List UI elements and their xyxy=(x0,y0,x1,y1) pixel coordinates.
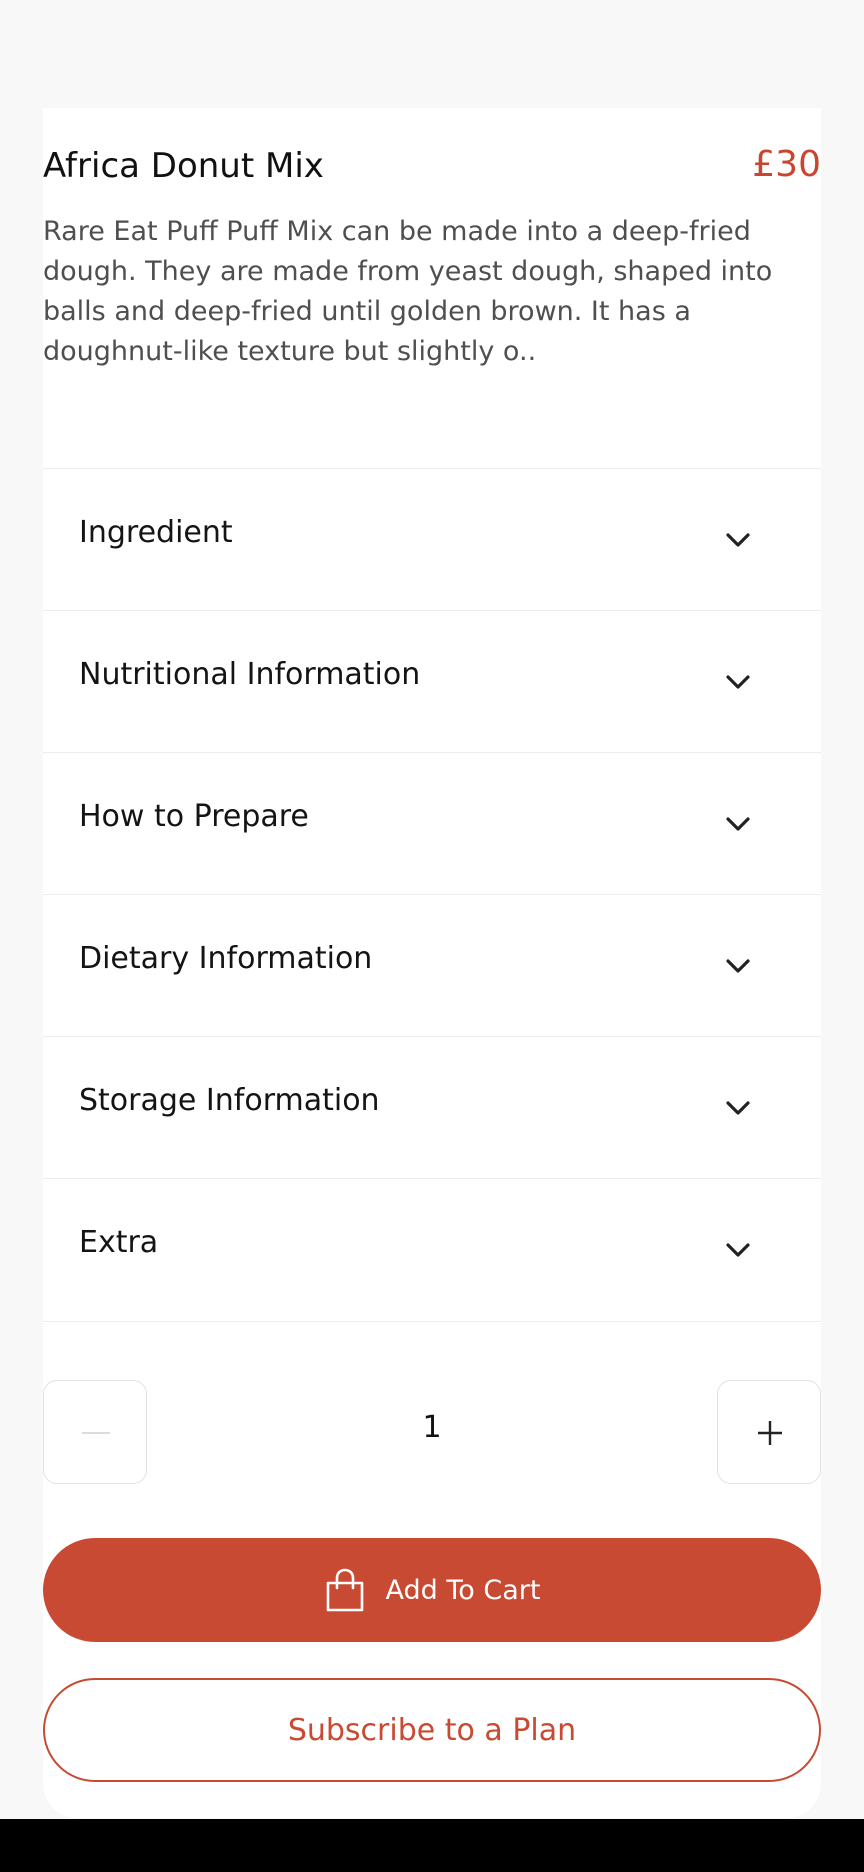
accordion-label: Ingredient xyxy=(79,515,233,550)
quantity-value: 1 xyxy=(422,1410,442,1445)
product-title: Africa Donut Mix xyxy=(43,146,324,186)
shopping-bag-icon xyxy=(326,1568,363,1612)
add-to-cart-label: Add To Cart xyxy=(385,1574,541,1606)
add-to-cart-content: Add To Cart xyxy=(43,1538,821,1642)
system-navigation-bar xyxy=(0,1819,864,1872)
product-card: Africa Donut Mix £30 Rare Eat Puff Puff … xyxy=(43,108,821,1818)
quantity-increment-button[interactable] xyxy=(717,1380,821,1484)
product-info-accordion: Ingredient Nutritional Information How t… xyxy=(43,468,821,1322)
accordion-dietary-information[interactable]: Dietary Information xyxy=(43,894,821,1036)
chevron-down-icon xyxy=(726,1243,750,1257)
accordion-label: Storage Information xyxy=(79,1083,380,1118)
plus-icon xyxy=(758,1421,782,1445)
accordion-label: How to Prepare xyxy=(79,799,309,834)
chevron-down-icon xyxy=(726,817,750,831)
accordion-how-to-prepare[interactable]: How to Prepare xyxy=(43,752,821,894)
subscribe-to-plan-button[interactable]: Subscribe to a Plan xyxy=(43,1678,821,1782)
accordion-storage-information[interactable]: Storage Information xyxy=(43,1036,821,1178)
accordion-label: Dietary Information xyxy=(79,941,373,976)
accordion-extra[interactable]: Extra xyxy=(43,1178,821,1322)
product-description: Rare Eat Puff Puff Mix can be made into … xyxy=(43,216,773,367)
chevron-down-icon xyxy=(726,959,750,973)
chevron-down-icon xyxy=(726,1101,750,1115)
accordion-nutritional-information[interactable]: Nutritional Information xyxy=(43,610,821,752)
accordion-label: Extra xyxy=(79,1225,159,1260)
subscribe-label: Subscribe to a Plan xyxy=(287,1712,577,1748)
product-price: £30 xyxy=(752,144,821,185)
accordion-label: Nutritional Information xyxy=(79,657,421,692)
add-to-cart-button[interactable]: Add To Cart xyxy=(43,1538,821,1642)
chevron-down-icon xyxy=(726,533,750,547)
chevron-down-icon xyxy=(726,675,750,689)
accordion-ingredient[interactable]: Ingredient xyxy=(43,468,821,610)
